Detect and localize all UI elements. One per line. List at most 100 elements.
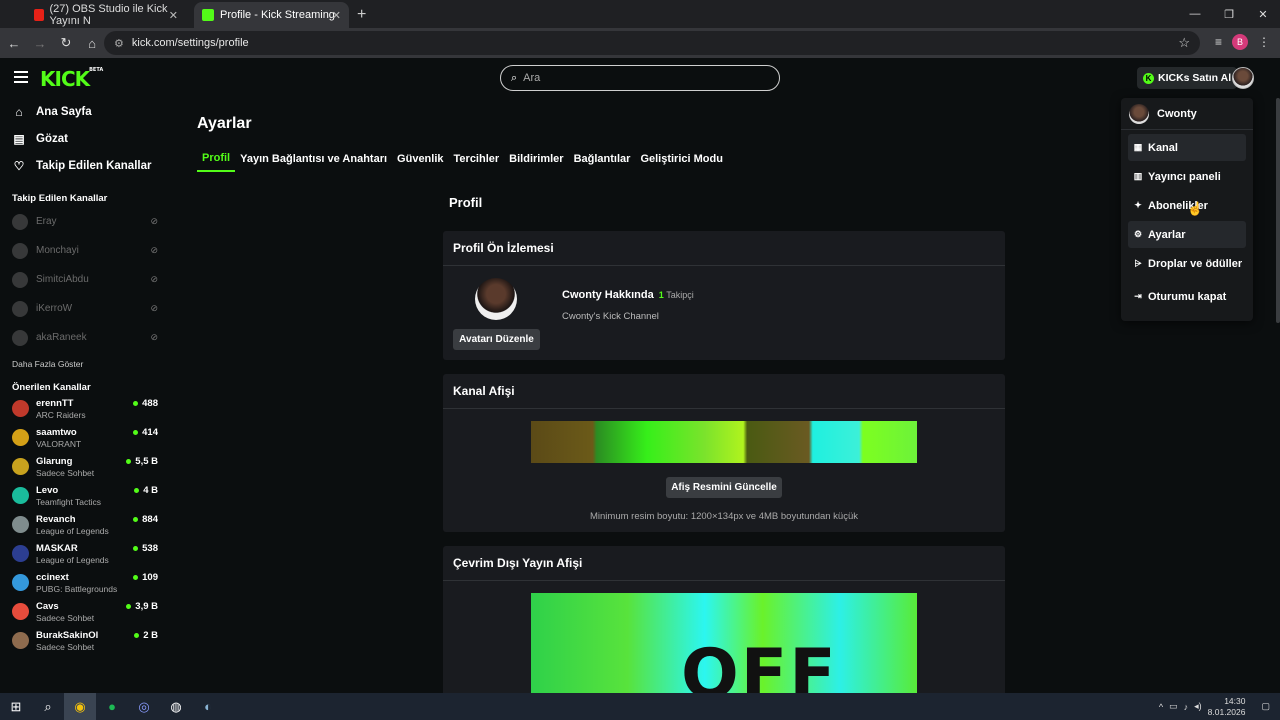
- settings-tab[interactable]: Bildirimler: [504, 146, 568, 172]
- channel-name: Glarung: [36, 456, 73, 467]
- back-icon[interactable]: ←: [2, 36, 26, 51]
- minimize-icon[interactable]: —: [1178, 8, 1212, 20]
- page-title: Ayarlar: [197, 115, 252, 132]
- spotify-icon[interactable]: ●: [96, 693, 128, 720]
- browser-profile-avatar[interactable]: B: [1232, 34, 1248, 50]
- menu-item-label: Yayıncı paneli: [1148, 170, 1221, 183]
- dropdown-user[interactable]: Cwonty: [1121, 98, 1253, 130]
- channel-name: ccinext: [36, 572, 69, 583]
- menu-item-yayıncı-paneli[interactable]: ▥ Yayıncı paneli: [1128, 163, 1246, 190]
- viewer-count: 488: [133, 398, 158, 409]
- avatar: [1129, 103, 1149, 124]
- menu-icon[interactable]: [14, 71, 28, 86]
- url-field[interactable]: ⚙ kick.com/settings/profile ☆: [104, 31, 1200, 55]
- windows-start-icon[interactable]: ⊞: [0, 693, 32, 720]
- nav-browse[interactable]: ▤ Gözat: [12, 125, 168, 152]
- reload-icon[interactable]: ↻: [54, 35, 78, 51]
- search-icon[interactable]: ⌕: [32, 693, 64, 720]
- recommended-channel[interactable]: Cavs Sadece Sohbet 3,9 B: [0, 599, 168, 628]
- microphone-icon[interactable]: ♪: [1184, 702, 1189, 712]
- recommended-channel[interactable]: saamtwo VALORANT 414: [0, 425, 168, 454]
- browser-tab-obs[interactable]: (27) OBS Studio ile Kick Yayını N ✕: [26, 2, 186, 28]
- viewer-count: 4 B: [134, 485, 158, 496]
- scrollbar[interactable]: [1276, 98, 1280, 323]
- offline-icon: ⊘: [150, 245, 158, 255]
- close-icon[interactable]: ✕: [332, 9, 341, 22]
- settings-tab[interactable]: Geliştirici Modu: [635, 146, 728, 172]
- channel-name: saamtwo: [36, 427, 77, 438]
- chevron-up-icon[interactable]: ^: [1159, 702, 1163, 712]
- kick-logo[interactable]: KICKBETA: [40, 67, 103, 91]
- channel-name: Eray: [36, 216, 57, 227]
- heart-icon: ♡: [13, 158, 25, 173]
- card-title: Kanal Afişi: [443, 374, 1005, 409]
- menu-item-ayarlar[interactable]: ⚙ Ayarlar: [1128, 221, 1246, 248]
- bookmark-star-icon[interactable]: ☆: [1178, 35, 1190, 51]
- obs-icon[interactable]: ◍: [160, 693, 192, 720]
- edit-avatar-button[interactable]: Avatarı Düzenle: [453, 329, 540, 350]
- offline-icon: ⊘: [150, 332, 158, 342]
- tab-title: (27) OBS Studio ile Kick Yayını N: [49, 3, 168, 27]
- menu-item-droplar-ve-ödüller[interactable]: ⩥ Droplar ve ödüller: [1128, 250, 1246, 277]
- restore-icon[interactable]: ❐: [1212, 8, 1246, 21]
- avatar: [12, 242, 28, 259]
- settings-tab[interactable]: Tercihler: [449, 146, 505, 172]
- volume-icon[interactable]: ◂): [1194, 701, 1202, 712]
- chrome-icon[interactable]: ◉: [64, 693, 96, 720]
- user-avatar[interactable]: [1232, 67, 1254, 89]
- followed-channel[interactable]: SimitciAbdu ⊘: [0, 265, 168, 294]
- menu-item-label: Oturumu kapat: [1148, 290, 1227, 303]
- recommended-channel[interactable]: ccinext PUBG: Battlegrounds 109: [0, 570, 168, 599]
- nav-home[interactable]: ⌂ Ana Sayfa: [12, 98, 168, 125]
- network-icon[interactable]: ▭: [1169, 701, 1178, 712]
- browser-tab-kick[interactable]: Profile - Kick Streaming ✕: [194, 2, 349, 28]
- recommended-channel[interactable]: erennTT ARC Raiders 488: [0, 396, 168, 425]
- followed-channel[interactable]: iKerroW ⊘: [0, 294, 168, 323]
- recommended-channel[interactable]: Revanch League of Legends 884: [0, 512, 168, 541]
- recommended-channel[interactable]: MASKAR League of Legends 538: [0, 541, 168, 570]
- youtube-icon: [34, 9, 44, 21]
- recommended-channel[interactable]: Glarung Sadece Sohbet 5,5 B: [0, 454, 168, 483]
- forward-icon[interactable]: →: [28, 36, 52, 51]
- close-icon[interactable]: ✕: [169, 9, 178, 22]
- offline-icon: ⊘: [150, 216, 158, 226]
- menu-item-oturumu-kapat[interactable]: ⇥ Oturumu kapat: [1128, 283, 1246, 310]
- recommended-channel[interactable]: BurakSakinOl Sadece Sohbet 2 B: [0, 628, 168, 657]
- notifications-icon[interactable]: ▢: [1261, 701, 1270, 712]
- avatar: [12, 632, 29, 649]
- section-title: Profil: [449, 195, 483, 210]
- offline-banner-text: OFF_: [681, 635, 874, 693]
- new-tab-button[interactable]: +: [357, 2, 366, 28]
- dashboard-icon: ▥: [1133, 171, 1143, 181]
- avatar: [12, 329, 28, 346]
- search-input[interactable]: ⌕ Ara: [500, 65, 780, 91]
- settings-tab[interactable]: Yayın Bağlantısı ve Anahtarı: [235, 146, 392, 172]
- browser-menu-icon[interactable]: ⋮: [1258, 35, 1270, 49]
- steam-icon[interactable]: ◐: [192, 693, 224, 720]
- profile-preview-card: Profil Ön İzlemesi Avatarı Düzenle Cwont…: [443, 231, 1005, 360]
- recommended-channel[interactable]: Levo Teamfight Tactics 4 B: [0, 483, 168, 512]
- avatar: [12, 429, 29, 446]
- show-more-link[interactable]: Daha Fazla Göster: [0, 352, 168, 376]
- kick-page: KICKBETA ⌕ Ara K KICKs Satın Al ⌂ Ana Say…: [0, 58, 1280, 693]
- channel-name: Levo: [36, 485, 59, 496]
- settings-tab[interactable]: Güvenlik: [392, 146, 448, 172]
- settings-tab[interactable]: Profil: [197, 146, 236, 172]
- home-icon[interactable]: ⌂: [80, 36, 104, 51]
- followed-channel[interactable]: akaRaneek ⊘: [0, 323, 168, 352]
- clock[interactable]: 14:30 8.01.2026: [1208, 696, 1246, 718]
- menu-item-kanal[interactable]: ▦ Kanal: [1128, 134, 1246, 161]
- settings-tab[interactable]: Bağlantılar: [569, 146, 636, 172]
- buy-kicks-button[interactable]: K KICKs Satın Al: [1137, 67, 1238, 89]
- site-settings-icon[interactable]: ⚙: [114, 37, 124, 50]
- search-icon: ⌕: [511, 71, 518, 84]
- media-control-icon[interactable]: ≡: [1215, 35, 1222, 49]
- update-banner-button[interactable]: Afiş Resmini Güncelle: [666, 477, 782, 498]
- followed-channel[interactable]: Eray ⊘: [0, 207, 168, 236]
- nav-following[interactable]: ♡ Takip Edilen Kanallar: [12, 152, 168, 179]
- address-bar-row: ← → ↻ ⌂ ⚙ kick.com/settings/profile ☆ ≡ …: [0, 28, 1280, 58]
- viewer-count: 884: [133, 514, 158, 525]
- followed-channel[interactable]: Monchayi ⊘: [0, 236, 168, 265]
- close-window-icon[interactable]: ✕: [1246, 8, 1280, 21]
- discord-icon[interactable]: ◎: [128, 693, 160, 720]
